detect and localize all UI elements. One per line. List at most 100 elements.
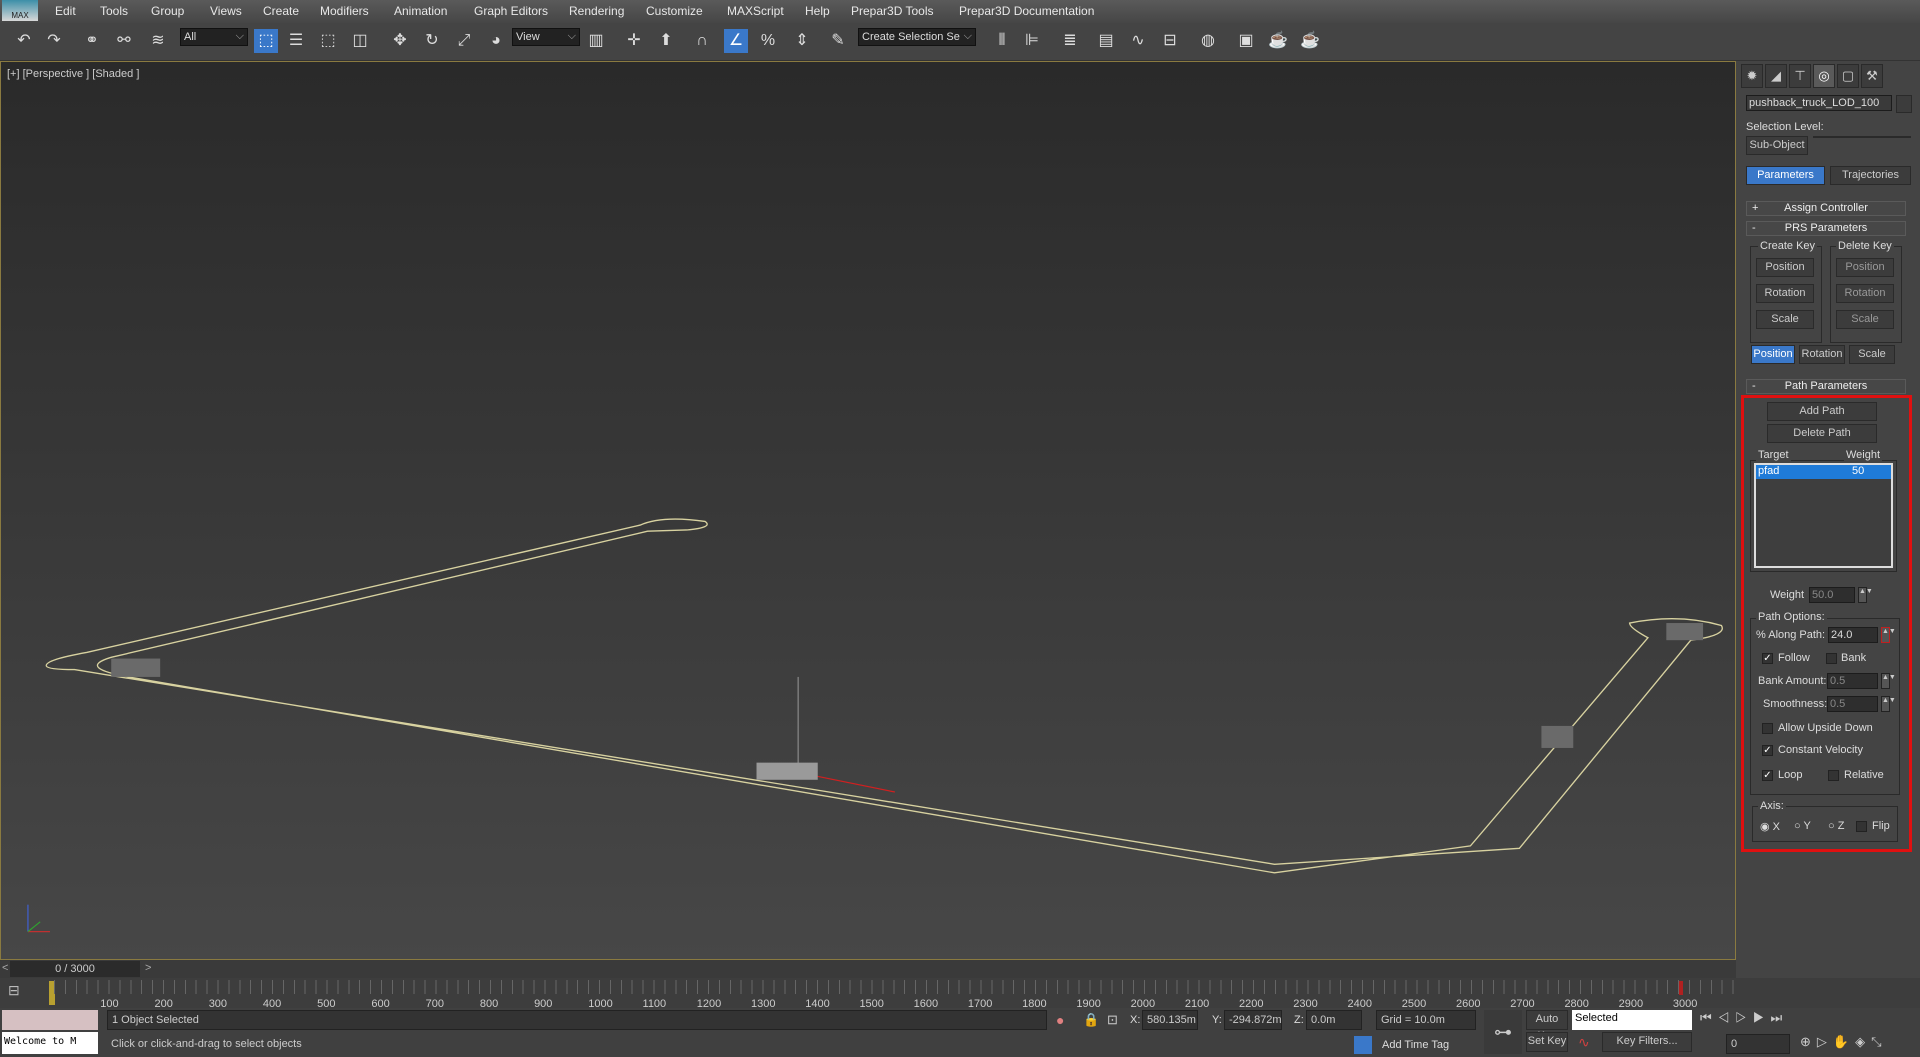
flip-checkbox[interactable] (1856, 821, 1867, 832)
create-position-key-button[interactable]: Position (1756, 258, 1814, 277)
display-icon[interactable]: ▢ (1837, 64, 1859, 88)
hierarchy-icon[interactable]: ⊤ (1789, 64, 1811, 88)
angle-snap-icon[interactable]: ∠ (724, 29, 748, 53)
pushback-truck-model[interactable] (756, 762, 818, 780)
along-path-field[interactable]: 24.0 (1828, 627, 1878, 643)
position-tab[interactable]: Position (1751, 345, 1795, 364)
keyboard-shortcut-icon[interactable]: ⬆ (654, 29, 678, 53)
select-by-name-icon[interactable]: ☰ (284, 29, 308, 53)
create-icon[interactable]: ✹ (1741, 64, 1763, 88)
target-list-item[interactable]: pfad 50 (1756, 465, 1891, 479)
time-slider[interactable]: < 0 / 3000 > (0, 960, 1736, 978)
delete-position-key-button[interactable]: Position (1836, 258, 1894, 277)
create-scale-key-button[interactable]: Scale (1756, 310, 1814, 329)
scale-tab[interactable]: Scale (1849, 345, 1895, 364)
utilities-icon[interactable]: ⚒ (1861, 64, 1883, 88)
maxscript-input[interactable]: Welcome to M (2, 1032, 98, 1054)
scene-explorer-icon[interactable]: ▤ (1094, 29, 1118, 53)
render-icon[interactable]: ☕ (1298, 29, 1322, 53)
target-list[interactable]: pfad 50 (1754, 463, 1893, 568)
loop-checkbox[interactable]: ✓ (1762, 770, 1773, 781)
smoothness-field[interactable]: 0.5 (1827, 696, 1878, 712)
bank-amount-field[interactable]: 0.5 (1827, 673, 1878, 689)
rendered-frame-icon[interactable]: ☕ (1266, 29, 1290, 53)
unlink-icon[interactable]: ⚯ (112, 29, 136, 53)
time-next-button[interactable]: > (145, 962, 151, 974)
layer-icon[interactable]: ≣ (1058, 29, 1082, 53)
viewport-navigation-controls[interactable]: ⊕▷✋◈⤡ (1800, 1034, 1887, 1050)
snap-icon[interactable]: ∩ (690, 29, 714, 53)
time-slider-thumb[interactable]: 0 / 3000 (10, 961, 140, 977)
parameters-button[interactable]: Parameters (1746, 166, 1825, 185)
menu-edit[interactable]: Edit (55, 4, 76, 18)
menu-views[interactable]: Views (210, 4, 242, 18)
menu-prepar3d-documentation[interactable]: Prepar3D Documentation (959, 4, 1094, 18)
delete-scale-key-button[interactable]: Scale (1836, 310, 1894, 329)
select-object-icon[interactable]: ⬚ (254, 29, 278, 53)
object-name-field[interactable]: pushback_truck_LOD_100 (1746, 95, 1892, 111)
mirror-icon[interactable]: ⫴ (990, 29, 1014, 53)
sub-object-dropdown[interactable] (1813, 136, 1911, 138)
time-tag-icon[interactable] (1354, 1036, 1372, 1054)
menu-rendering[interactable]: Rendering (569, 4, 624, 18)
menu-group[interactable]: Group (151, 4, 184, 18)
selection-filter-dropdown[interactable]: All (180, 28, 248, 46)
create-rotation-key-button[interactable]: Rotation (1756, 284, 1814, 303)
rect-selection-icon[interactable]: ⬚ (316, 29, 340, 53)
axis-x-radio[interactable]: ◉ X (1760, 820, 1780, 833)
z-coordinate-field[interactable]: 0.0m (1306, 1010, 1362, 1030)
menu-prepar3d-tools[interactable]: Prepar3D Tools (851, 4, 934, 18)
bind-spacewarp-icon[interactable]: ≋ (146, 29, 170, 53)
assign-controller-rollout[interactable]: + Assign Controller (1746, 201, 1906, 216)
menu-maxscript[interactable]: MAXScript (727, 4, 784, 18)
edit-named-sets-icon[interactable]: ✎ (826, 29, 850, 53)
prs-parameters-rollout[interactable]: - PRS Parameters (1746, 221, 1906, 236)
constant-velocity-checkbox[interactable]: ✓ (1762, 745, 1773, 756)
menu-graph-editors[interactable]: Graph Editors (474, 4, 548, 18)
x-coordinate-field[interactable]: 580.135m (1142, 1010, 1198, 1030)
spinner-snap-icon[interactable]: ⇕ (790, 29, 814, 53)
percent-snap-icon[interactable]: % (756, 29, 780, 53)
pivot-icon[interactable]: ▥ (584, 29, 608, 53)
motion-icon[interactable]: ◎ (1813, 64, 1835, 88)
render-setup-icon[interactable]: ▣ (1234, 29, 1258, 53)
time-prev-button[interactable]: < (2, 962, 8, 974)
mini-curve-editor-icon[interactable]: ⊟ (8, 982, 34, 1004)
add-time-tag[interactable]: Add Time Tag (1382, 1039, 1449, 1051)
weight-field[interactable]: 50.0 (1809, 587, 1855, 603)
y-coordinate-field[interactable]: -294.872m (1224, 1010, 1282, 1030)
delete-rotation-key-button[interactable]: Rotation (1836, 284, 1894, 303)
align-icon[interactable]: ⊫ (1020, 29, 1044, 53)
menu-help[interactable]: Help (805, 4, 830, 18)
along-path-spinner[interactable]: ▲▼ (1881, 627, 1896, 643)
menu-customize[interactable]: Customize (646, 4, 703, 18)
sub-object-button[interactable]: Sub-Object (1746, 136, 1808, 155)
maxscript-listener[interactable] (2, 1010, 98, 1030)
link-icon[interactable]: ⚭ (80, 29, 104, 53)
curve-editor-icon[interactable]: ∿ (1126, 29, 1150, 53)
named-selection-dropdown[interactable]: Create Selection Se (858, 28, 976, 46)
scale-icon[interactable]: ⤢ (452, 29, 476, 53)
object-color-swatch[interactable] (1896, 95, 1912, 113)
follow-checkbox[interactable]: ✓ (1762, 653, 1773, 664)
material-editor-icon[interactable]: ◍ (1196, 29, 1220, 53)
trajectories-button[interactable]: Trajectories (1830, 166, 1911, 185)
schematic-icon[interactable]: ⊟ (1158, 29, 1182, 53)
playback-controls[interactable]: ⏮◁▷▶⏭ (1700, 1010, 1788, 1026)
set-key-icon[interactable]: ⊶ (1484, 1010, 1522, 1054)
move-icon[interactable]: ✥ (388, 29, 412, 53)
menu-modifiers[interactable]: Modifiers (320, 4, 369, 18)
absolute-mode-icon[interactable]: ⊡ (1107, 1012, 1118, 1028)
path-parameters-rollout[interactable]: - Path Parameters (1746, 379, 1906, 394)
undo-icon[interactable]: ↶ (12, 29, 36, 53)
isolate-icon[interactable]: ● (1056, 1012, 1064, 1028)
add-path-button[interactable]: Add Path (1767, 402, 1877, 421)
menu-create[interactable]: Create (263, 4, 299, 18)
window-crossing-icon[interactable]: ◫ (348, 29, 372, 53)
axis-y-radio[interactable]: ○ Y (1794, 820, 1811, 832)
perspective-viewport[interactable]: [+] [Perspective ] [Shaded ] (0, 61, 1736, 960)
set-key-button[interactable]: Set Key (1526, 1032, 1568, 1052)
redo-icon[interactable]: ↷ (42, 29, 66, 53)
bank-amount-spinner[interactable]: ▲▼ (1881, 673, 1896, 689)
curve-icon[interactable]: ∿ (1578, 1034, 1590, 1051)
